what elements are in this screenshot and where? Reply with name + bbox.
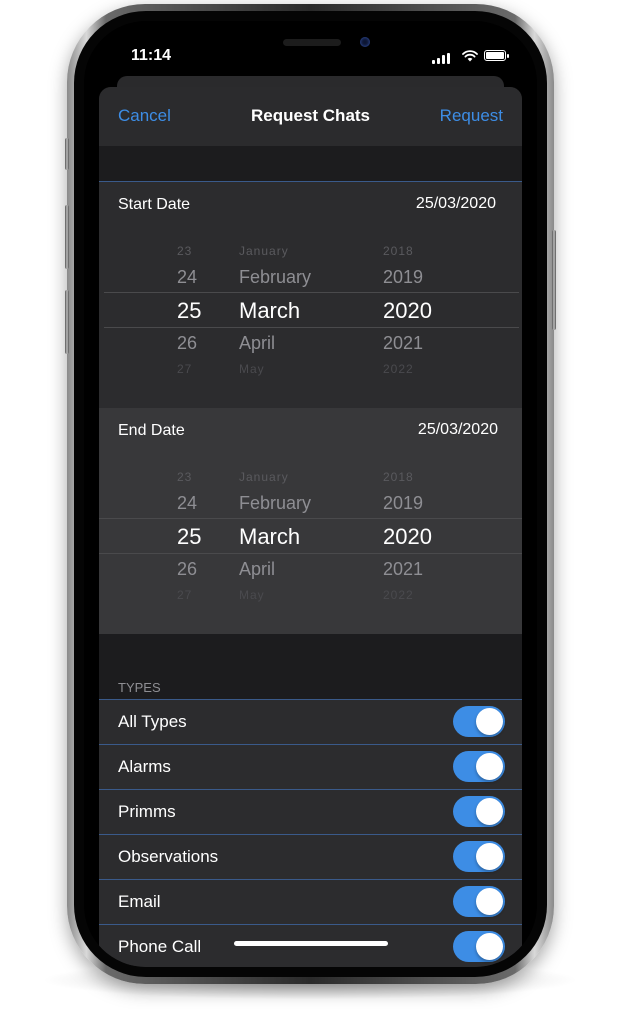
picker-year-selected: 2020 xyxy=(383,524,432,549)
end-date-value[interactable]: 25/03/2020 xyxy=(418,421,498,439)
types-section-header: TYPES xyxy=(118,680,161,695)
start-date-section: Start Date 25/03/2020 23 January 2018 24… xyxy=(99,182,522,408)
request-button[interactable]: Request xyxy=(440,106,503,126)
toggle-knob xyxy=(476,933,503,960)
wifi-icon xyxy=(462,50,478,62)
status-icons xyxy=(432,50,512,64)
picker-year: 2018 xyxy=(383,244,414,258)
all-types-toggle[interactable] xyxy=(453,706,505,737)
type-row-all-types: All Types xyxy=(99,699,522,744)
picker-month: February xyxy=(239,493,312,513)
picker-selection-top-line xyxy=(104,292,519,293)
silent-switch xyxy=(65,138,69,170)
start-date-value[interactable]: 25/03/2020 xyxy=(416,195,496,213)
screen: 11:14 Cancel Request Chats Request Start… xyxy=(84,21,537,967)
type-label: Email xyxy=(118,892,161,911)
picker-month: February xyxy=(239,267,312,287)
type-row-alarms: Alarms xyxy=(99,744,522,789)
picker-year: 2019 xyxy=(383,493,424,513)
end-date-picker[interactable]: 23 January 2018 24 February 2019 25 Marc… xyxy=(99,454,522,614)
picker-day: 23 xyxy=(177,470,193,484)
start-date-picker[interactable]: 23 January 2018 24 February 2019 25 Marc… xyxy=(99,228,522,388)
alarms-toggle[interactable] xyxy=(453,751,505,782)
picker-day: 24 xyxy=(177,493,198,513)
volume-down-button xyxy=(65,290,69,354)
type-label: Observations xyxy=(118,847,219,866)
type-label: Phone Call xyxy=(118,937,202,956)
picker-month: January xyxy=(239,244,289,258)
end-date-section: End Date 25/03/2020 23 January 2018 24 F… xyxy=(99,408,522,634)
email-toggle[interactable] xyxy=(453,886,505,917)
picker-day-selected: 25 xyxy=(177,298,202,323)
picker-day: 23 xyxy=(177,244,193,258)
toggle-knob xyxy=(476,888,503,915)
type-label: All Types xyxy=(118,712,187,731)
picker-day: 24 xyxy=(177,267,198,287)
end-date-label: End Date xyxy=(118,422,185,439)
picker-year: 2021 xyxy=(383,559,424,579)
picker-day: 27 xyxy=(177,588,193,602)
types-list: All Types Alarms Primms Observations Ema… xyxy=(99,699,522,967)
navigation-bar: Cancel Request Chats Request xyxy=(99,87,522,146)
picker-month: April xyxy=(239,333,276,353)
picker-year: 2022 xyxy=(383,362,414,376)
picker-year: 2021 xyxy=(383,333,424,353)
type-row-email: Email xyxy=(99,879,522,924)
picker-day-selected: 25 xyxy=(177,524,202,549)
picker-month: April xyxy=(239,559,276,579)
picker-year: 2018 xyxy=(383,470,414,484)
picker-day: 27 xyxy=(177,362,193,376)
picker-year: 2022 xyxy=(383,588,414,602)
volume-up-button xyxy=(65,205,69,269)
status-time: 11:14 xyxy=(131,47,172,64)
type-label: Primms xyxy=(118,802,176,821)
phone-call-toggle[interactable] xyxy=(453,931,505,962)
home-indicator[interactable] xyxy=(234,941,388,946)
picker-year-selected: 2020 xyxy=(383,298,432,323)
request-chats-sheet: Cancel Request Chats Request Start Date … xyxy=(99,87,522,967)
toggle-knob xyxy=(476,798,503,825)
power-button xyxy=(552,230,556,330)
picker-selection-top-line xyxy=(99,518,522,519)
primms-toggle[interactable] xyxy=(453,796,505,827)
picker-year: 2019 xyxy=(383,267,424,287)
picker-day: 26 xyxy=(177,333,198,353)
battery-tip xyxy=(507,54,509,58)
picker-month: May xyxy=(239,588,265,602)
picker-month: May xyxy=(239,362,265,376)
start-date-label: Start Date xyxy=(118,196,191,213)
section-spacer xyxy=(99,634,522,694)
picker-day: 26 xyxy=(177,559,198,579)
picker-month: January xyxy=(239,470,289,484)
section-spacer xyxy=(99,146,522,182)
picker-month-selected: March xyxy=(239,298,301,323)
type-row-observations: Observations xyxy=(99,834,522,879)
battery-icon xyxy=(484,50,506,61)
earpiece-speaker xyxy=(283,39,341,46)
toggle-knob xyxy=(476,708,503,735)
picker-selection-bottom-line xyxy=(99,553,522,554)
observations-toggle[interactable] xyxy=(453,841,505,872)
toggle-knob xyxy=(476,753,503,780)
picker-month-selected: March xyxy=(239,524,301,549)
front-camera xyxy=(360,37,370,47)
toggle-knob xyxy=(476,843,503,870)
type-label: Alarms xyxy=(118,757,171,776)
type-row-primms: Primms xyxy=(99,789,522,834)
picker-selection-bottom-line xyxy=(104,327,519,328)
